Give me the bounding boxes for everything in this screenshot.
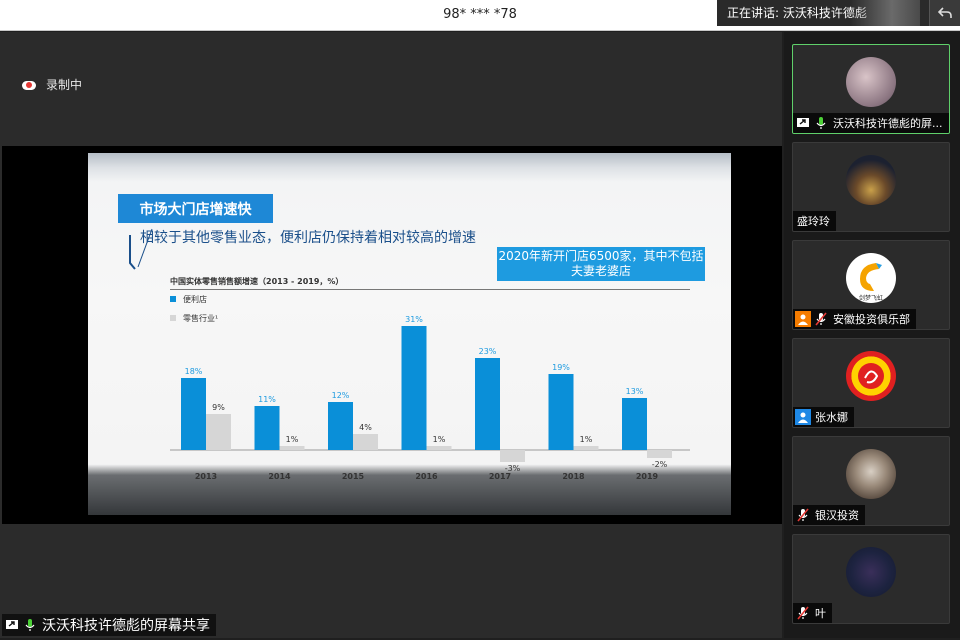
mic-on-icon: [22, 617, 38, 633]
bar-retail-2016: [426, 446, 452, 450]
bar-retail-2017: [500, 450, 525, 462]
participant-name: 张水娜: [815, 411, 848, 424]
data-label: 11%: [258, 395, 276, 404]
recording-cloud-icon: [22, 80, 36, 90]
bar-convenience-2013: [181, 378, 206, 450]
participant-gallery: 沃沃科技许德彪的屏... 盛玲玲 剑梦飞虹 安徽投资俱乐部 张水娜 银汉投资 叶: [784, 32, 960, 638]
active-speaker-indicator: 正在讲话: 沃沃科技许德彪: [717, 0, 960, 26]
data-label: -2%: [652, 460, 668, 469]
recording-label: 录制中: [46, 78, 83, 92]
data-label: 4%: [359, 423, 372, 432]
participant-name: 安徽投资俱乐部: [833, 313, 910, 326]
active-speaker-label: 正在讲话: 沃沃科技许德彪: [727, 6, 867, 20]
share-owner-label: 沃沃科技许德彪的屏幕共享: [2, 614, 216, 636]
club-logo-text: 剑梦飞虹: [859, 294, 883, 302]
share-owner-text: 沃沃科技许德彪的屏幕共享: [42, 618, 210, 634]
participant-name: 银汉投资: [815, 509, 859, 522]
x-tick-label: 2013: [195, 472, 217, 481]
participant-name-bar: 张水娜: [793, 407, 854, 427]
screen-share-icon: [795, 115, 811, 131]
mic-muted-icon: [795, 605, 811, 621]
participant-avatar: [846, 155, 896, 205]
participant-name: 叶: [815, 607, 826, 620]
participant-name-bar: 叶: [793, 603, 832, 623]
data-label: 12%: [332, 391, 350, 400]
x-tick-label: 2015: [342, 472, 365, 481]
recording-indicator: 录制中: [22, 76, 82, 93]
data-label: 23%: [479, 347, 497, 356]
participant-avatar: [846, 547, 896, 597]
data-label: 9%: [212, 403, 225, 412]
participant-name-bar: 盛玲玲: [793, 211, 836, 231]
mic-muted-icon: [795, 507, 811, 523]
participant-name: 盛玲玲: [797, 215, 830, 228]
speaker-fade-decoration: [850, 0, 920, 26]
participant-tile[interactable]: 沃沃科技许德彪的屏...: [792, 44, 950, 134]
bar-convenience-2017: [475, 358, 500, 450]
x-tick-label: 2014: [268, 472, 291, 481]
participant-avatar: [846, 57, 896, 107]
participant-name-bar: 沃沃科技许德彪的屏...: [793, 113, 949, 133]
participant-tile[interactable]: 盛玲玲: [792, 142, 950, 232]
participant-tile[interactable]: 银汉投资: [792, 436, 950, 526]
seal-logo-icon: [858, 363, 884, 389]
meeting-topbar: 98* *** *78 正在讲话: 沃沃科技许德彪: [0, 0, 960, 31]
participant-tile[interactable]: 叶: [792, 534, 950, 624]
participant-avatar: 剑梦飞虹: [846, 253, 896, 303]
bar-chart: 18% 9% 2013 11% 1% 2014 12% 4% 2015 31% 1% 2016 23% -…: [170, 315, 690, 481]
bar-convenience-2014: [254, 406, 280, 450]
participant-name-bar: 银汉投资: [793, 505, 865, 525]
back-arrow-icon: [938, 7, 952, 18]
bar-convenience-2016: [401, 326, 427, 450]
screen-share-icon: [4, 617, 20, 633]
participant-name-bar: 安徽投资俱乐部: [793, 309, 916, 329]
data-label: 13%: [626, 387, 644, 396]
bar-retail-2019: [647, 450, 672, 458]
shared-slide: 市场大门店增速快 相较于其他零售业态，便利店仍保持着相对较高的增速 2020年新…: [88, 153, 731, 515]
participant-avatar: [846, 449, 896, 499]
bar-convenience-2018: [548, 374, 574, 450]
x-tick-label: 2016: [415, 472, 438, 481]
data-label: 1%: [286, 435, 299, 444]
data-label: 1%: [580, 435, 593, 444]
participant-tile[interactable]: 张水娜: [792, 338, 950, 428]
data-label: 31%: [405, 315, 423, 324]
bar-convenience-2015: [328, 402, 353, 450]
bar-retail-2014: [279, 446, 305, 450]
participant-name: 沃沃科技许德彪的屏...: [833, 117, 943, 130]
data-label: 18%: [185, 367, 203, 376]
exit-fullscreen-button[interactable]: [929, 0, 960, 26]
bar-convenience-2019: [622, 398, 647, 450]
participant-tile[interactable]: 剑梦飞虹 安徽投资俱乐部: [792, 240, 950, 330]
bar-retail-2018: [573, 446, 599, 450]
x-tick-label: 2018: [562, 472, 585, 481]
bar-retail-2015: [353, 434, 378, 450]
x-tick-label: 2017: [489, 472, 511, 481]
mic-on-icon: [813, 115, 829, 131]
x-tick-label: 2019: [636, 472, 659, 481]
club-logo-icon: 剑梦飞虹: [859, 263, 883, 302]
data-label: 19%: [552, 363, 570, 372]
mic-muted-icon: [813, 311, 829, 327]
bar-retail-2013: [206, 414, 231, 450]
data-label: 1%: [433, 435, 446, 444]
person-icon: [795, 311, 811, 327]
participant-avatar: [846, 351, 896, 401]
person-icon: [795, 409, 811, 425]
